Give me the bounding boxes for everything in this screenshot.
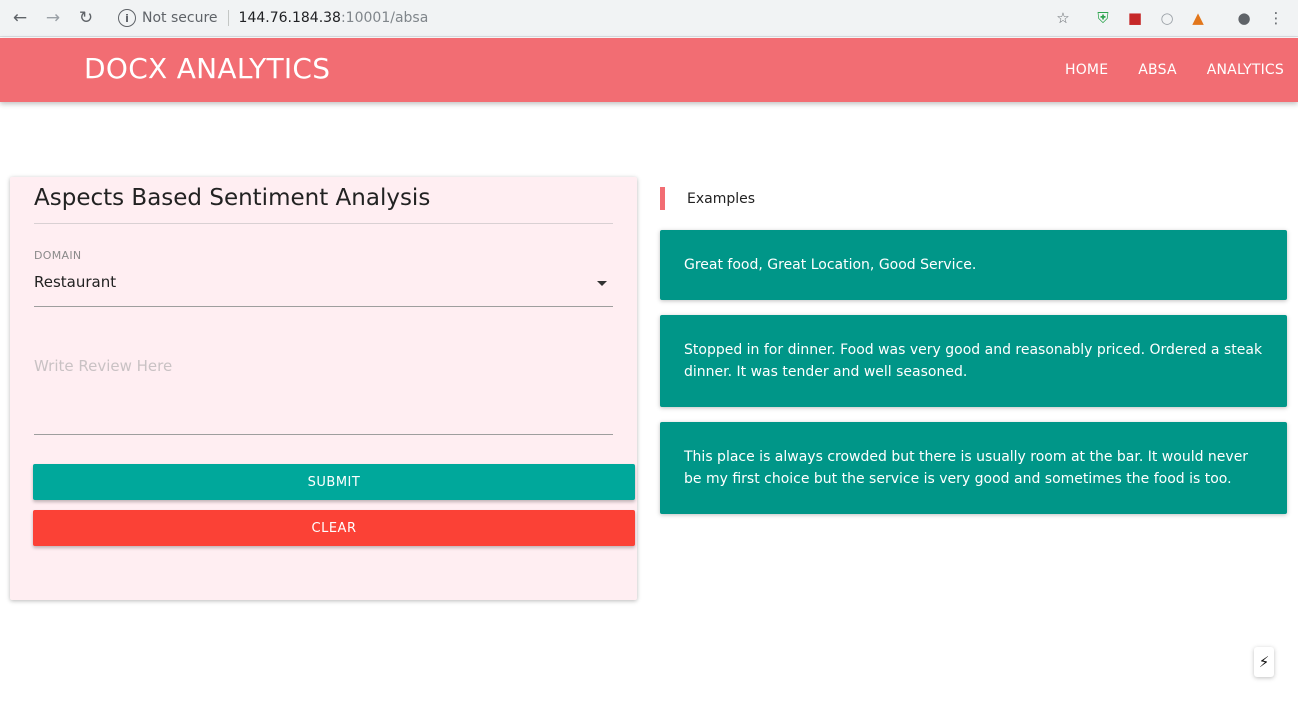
title-divider (34, 223, 613, 224)
app-header: DOCX ANALYTICS HOME ABSA ANALYTICS (0, 38, 1298, 102)
security-label: Not secure (142, 10, 218, 26)
browser-toolbar: ← → ↻ i Not secure 144.76.184.38 :10001/… (0, 0, 1298, 37)
brand-title[interactable]: DOCX ANALYTICS (84, 52, 330, 85)
menu-dots-icon[interactable]: ⋮ (1266, 8, 1286, 28)
nav-absa[interactable]: ABSA (1138, 62, 1176, 78)
extension-icon[interactable]: ■ (1125, 8, 1145, 28)
back-arrow-icon[interactable]: ← (8, 7, 32, 29)
info-icon[interactable]: i (118, 9, 136, 27)
domain-label: DOMAIN (34, 249, 82, 262)
example-card[interactable]: Great food, Great Location, Good Service… (660, 230, 1287, 300)
profile-icon[interactable]: ● (1234, 8, 1254, 28)
examples-heading: Examples (660, 187, 755, 210)
url-path: :10001/absa (340, 10, 429, 26)
url-host: 144.76.184.38 (238, 10, 341, 26)
example-card[interactable]: Stopped in for dinner. Food was very goo… (660, 315, 1287, 407)
fox-extension-icon[interactable]: ▲ (1188, 8, 1208, 28)
shield-extension-icon[interactable]: ⛨ (1093, 8, 1113, 28)
top-nav: HOME ABSA ANALYTICS (1065, 38, 1284, 102)
reload-icon[interactable]: ↻ (74, 7, 98, 29)
clear-button[interactable]: CLEAR (33, 510, 635, 546)
dropdown-arrow-icon[interactable] (597, 281, 607, 286)
nav-analytics[interactable]: ANALYTICS (1207, 62, 1284, 78)
extension-circle-icon[interactable]: ○ (1157, 8, 1177, 28)
example-card[interactable]: This place is always crowded but there i… (660, 422, 1287, 514)
forward-arrow-icon[interactable]: → (41, 7, 65, 29)
lightning-bolt-icon[interactable]: ⚡ (1254, 647, 1274, 677)
form-title: Aspects Based Sentiment Analysis (34, 185, 431, 211)
address-divider (227, 10, 229, 26)
review-input[interactable] (34, 347, 613, 435)
absa-form-card: Aspects Based Sentiment Analysis DOMAIN … (10, 177, 637, 600)
domain-select[interactable]: Restaurant (34, 271, 613, 307)
domain-value: Restaurant (34, 273, 117, 291)
address-bar[interactable]: i Not secure 144.76.184.38 :10001/absa (108, 5, 1088, 31)
bookmark-star-icon[interactable]: ☆ (1053, 8, 1073, 28)
submit-button[interactable]: SUBMIT (33, 464, 635, 500)
nav-home[interactable]: HOME (1065, 62, 1108, 78)
